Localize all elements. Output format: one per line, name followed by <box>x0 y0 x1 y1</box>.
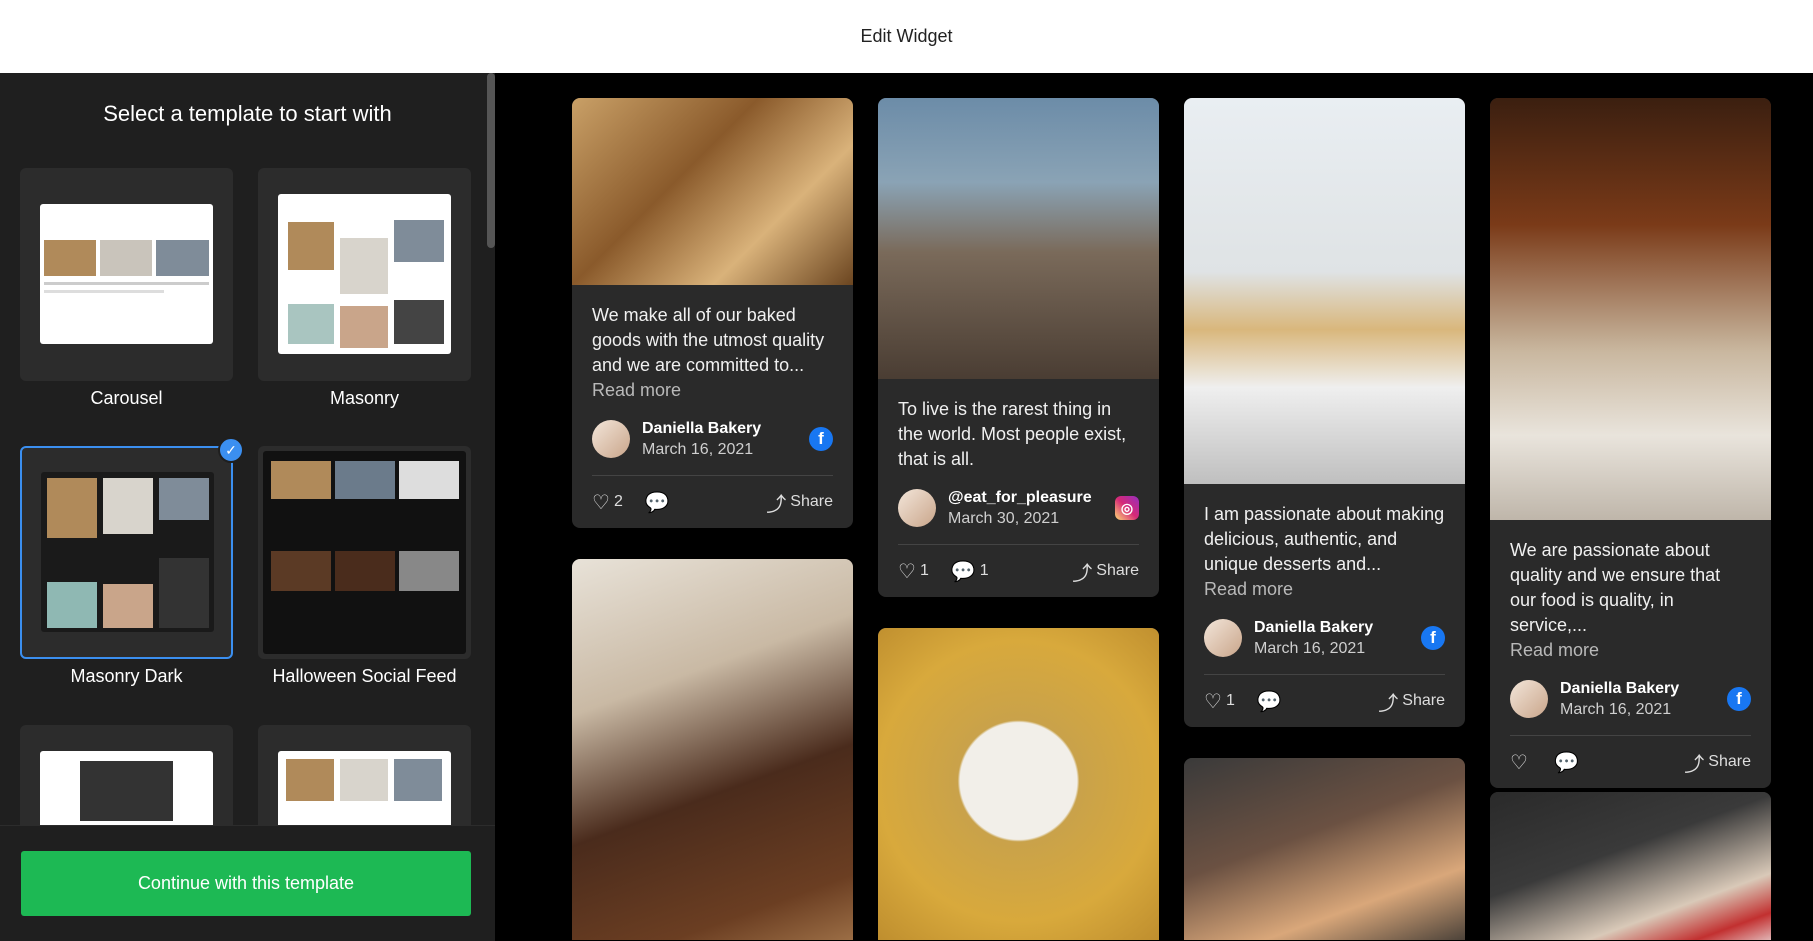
post-card[interactable] <box>1490 792 1771 940</box>
feed-preview: We make all of our baked goods with the … <box>495 73 1813 940</box>
heart-icon: ♡ <box>898 560 916 583</box>
post-author: Daniella Bakery March 16, 2021 f <box>592 417 833 461</box>
share-label: Share <box>1096 562 1139 579</box>
share-button[interactable]: ⤴ Share <box>766 488 833 517</box>
selected-check-icon: ✓ <box>218 437 244 463</box>
share-label: Share <box>790 493 833 510</box>
comment-button[interactable]: 💬 <box>645 490 674 515</box>
masonry-thumbnail <box>278 194 451 354</box>
heart-icon: ♡ <box>1204 690 1222 713</box>
post-text: We are passionate about quality and we e… <box>1510 540 1721 635</box>
template-label: Halloween Social Feed <box>272 666 457 686</box>
post-card[interactable]: I am passionate about making delicious, … <box>1184 98 1465 727</box>
comment-icon: 💬 <box>950 560 976 583</box>
post-photo <box>572 98 853 285</box>
avatar <box>1204 619 1242 657</box>
post-text: To live is the rarest thing in the world… <box>898 399 1127 469</box>
template-halloween-social-feed[interactable] <box>258 446 471 659</box>
share-button[interactable]: ⤴ Share <box>1072 557 1139 586</box>
post-card[interactable]: We make all of our baked goods with the … <box>572 98 853 528</box>
read-more-link[interactable]: Read more <box>1510 638 1751 663</box>
like-button[interactable]: ♡ <box>1510 750 1532 775</box>
post-card[interactable]: To live is the rarest thing in the world… <box>878 98 1159 597</box>
template-label: Masonry <box>329 388 400 408</box>
post-photo <box>878 628 1159 940</box>
sidebar-scrollbar[interactable] <box>487 73 495 248</box>
template-label: Carousel <box>90 388 163 408</box>
template-carousel[interactable] <box>20 168 233 381</box>
post-author: Daniella Bakery March 16, 2021 f <box>1204 616 1445 660</box>
sidebar-heading: Select a template to start with <box>103 101 392 126</box>
like-button[interactable]: ♡ 2 <box>592 490 623 515</box>
post-date: March 16, 2021 <box>1560 700 1672 718</box>
post-date: March 16, 2021 <box>1254 639 1366 657</box>
like-count: 1 <box>919 562 929 579</box>
avatar <box>592 420 630 458</box>
post-photo <box>1490 98 1771 520</box>
author-name: Daniella Bakery <box>1254 618 1374 636</box>
share-label: Share <box>1402 692 1445 709</box>
comment-icon: 💬 <box>644 491 670 514</box>
share-icon: ⤴ <box>766 493 787 516</box>
comment-button[interactable]: 💬 <box>1257 689 1286 714</box>
like-button[interactable]: ♡ 1 <box>1204 689 1235 714</box>
comment-button[interactable]: 💬 1 <box>951 559 989 584</box>
like-count: 2 <box>613 493 623 510</box>
post-date: March 16, 2021 <box>642 440 754 458</box>
comment-button[interactable]: 💬 <box>1554 750 1583 775</box>
post-photo <box>1184 758 1465 940</box>
heart-icon: ♡ <box>592 491 610 514</box>
post-photo <box>1490 792 1771 940</box>
post-author: Daniella Bakery March 16, 2021 f <box>1510 677 1751 721</box>
share-button[interactable]: ⤴ Share <box>1684 748 1751 777</box>
author-name: Daniella Bakery <box>642 419 762 437</box>
post-author: @eat_for_pleasure March 30, 2021 ◎ <box>898 486 1139 530</box>
share-label: Share <box>1708 753 1751 770</box>
post-date: March 30, 2021 <box>948 509 1060 527</box>
read-more-link[interactable]: Read more <box>592 378 833 403</box>
comment-count: 1 <box>979 562 989 579</box>
template-sidebar: Select a template to start with Carousel… <box>0 73 495 940</box>
avatar <box>898 489 936 527</box>
author-name: Daniella Bakery <box>1560 679 1680 697</box>
page-title: Edit Widget <box>860 26 953 46</box>
top-bar: Edit Widget <box>0 0 1813 73</box>
post-card[interactable] <box>1184 758 1465 940</box>
share-icon: ⤴ <box>1072 562 1093 585</box>
heart-icon: ♡ <box>1510 751 1528 774</box>
instagram-icon: ◎ <box>1115 496 1139 520</box>
template-masonry-dark[interactable] <box>20 446 233 659</box>
post-card[interactable] <box>572 559 853 940</box>
author-name: @eat_for_pleasure <box>948 488 1092 506</box>
post-photo <box>1184 98 1465 484</box>
share-button[interactable]: ⤴ Share <box>1378 687 1445 716</box>
continue-button[interactable]: Continue with this template <box>21 851 471 916</box>
read-more-link[interactable]: Read more <box>1204 577 1445 602</box>
template-masonry[interactable] <box>258 168 471 381</box>
like-count: 1 <box>1225 692 1235 709</box>
halloween-thumbnail <box>263 451 466 654</box>
post-text: I am passionate about making delicious, … <box>1204 504 1445 574</box>
comment-icon: 💬 <box>1256 690 1282 713</box>
avatar <box>1510 680 1548 718</box>
share-icon: ⤴ <box>1378 692 1399 715</box>
facebook-icon: f <box>809 427 833 451</box>
facebook-icon: f <box>1421 626 1445 650</box>
carousel-thumbnail <box>40 204 213 344</box>
post-text: We make all of our baked goods with the … <box>592 305 825 375</box>
masonry-dark-thumbnail <box>41 472 214 632</box>
like-button[interactable]: ♡ 1 <box>898 559 929 584</box>
post-photo <box>572 559 853 940</box>
comment-icon: 💬 <box>1553 751 1579 774</box>
post-card[interactable]: We are passionate about quality and we e… <box>1490 98 1771 788</box>
share-icon: ⤴ <box>1684 753 1705 776</box>
facebook-icon: f <box>1727 687 1751 711</box>
template-label: Masonry Dark <box>70 666 183 686</box>
post-card[interactable] <box>878 628 1159 940</box>
post-photo <box>878 98 1159 379</box>
